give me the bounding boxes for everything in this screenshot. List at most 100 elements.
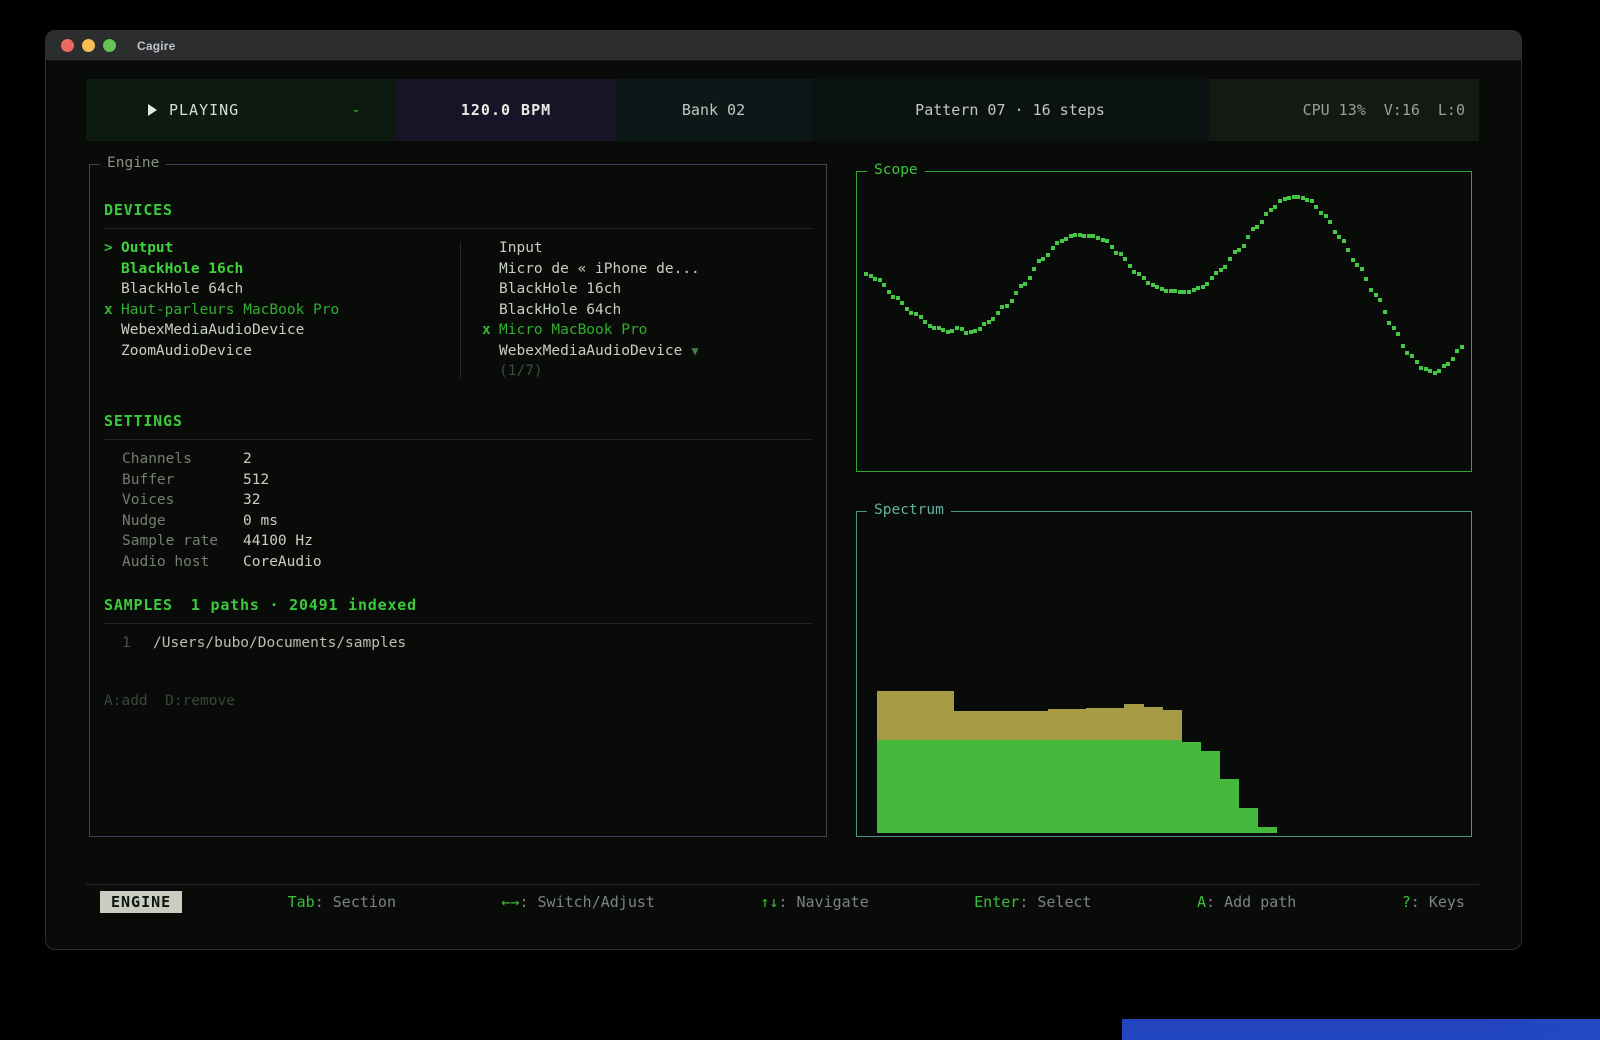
scope-trace-dot bbox=[905, 307, 909, 311]
scope-trace-dot bbox=[1110, 245, 1114, 249]
scope-trace-dot bbox=[973, 329, 977, 333]
spectrum-peak-bar bbox=[1086, 708, 1106, 740]
input-device-row[interactable]: WebexMediaAudioDevice▼ bbox=[482, 341, 812, 362]
device-label: BlackHole 16ch bbox=[121, 259, 243, 280]
output-device-row[interactable]: ZoomAudioDevice bbox=[104, 341, 460, 362]
sample-path-row[interactable]: 1/Users/bubo/Documents/samples bbox=[104, 633, 812, 654]
scope-trace-dot bbox=[1251, 227, 1255, 231]
marker-spacer bbox=[104, 259, 121, 280]
input-device-row[interactable]: BlackHole 16ch bbox=[482, 279, 812, 300]
cpu-stat: CPU 13% bbox=[1303, 101, 1366, 119]
output-device-row[interactable]: xHaut-parleurs MacBook Pro bbox=[104, 300, 460, 321]
scope-trace-dot bbox=[1137, 272, 1141, 276]
scope-trace-dot bbox=[937, 326, 941, 330]
spectrum-bars bbox=[860, 515, 1468, 833]
scope-trace-dot bbox=[969, 330, 973, 334]
scope-trace-dot bbox=[919, 315, 923, 319]
scope-trace-dot bbox=[1060, 239, 1064, 243]
input-device-row[interactable]: BlackHole 64ch bbox=[482, 300, 812, 321]
scope-trace-dot bbox=[1401, 344, 1405, 348]
scope-trace-dot bbox=[1428, 369, 1432, 373]
setting-label: Audio host bbox=[122, 552, 243, 573]
scope-trace-dot bbox=[1442, 364, 1446, 368]
scope-trace-dot bbox=[1237, 248, 1241, 252]
setting-label: Buffer bbox=[122, 470, 243, 491]
minimize-button[interactable] bbox=[82, 39, 95, 52]
scope-trace-dot bbox=[1342, 239, 1346, 243]
scope-trace-dot bbox=[887, 290, 891, 294]
output-device-row[interactable]: WebexMediaAudioDevice bbox=[104, 320, 460, 341]
scope-trace-dot bbox=[1091, 234, 1095, 238]
scope-trace-dot bbox=[1374, 293, 1378, 297]
samples-key-hints: A:add D:remove bbox=[104, 693, 812, 709]
scope-trace-dot bbox=[1292, 195, 1296, 199]
engine-panel: Engine DEVICES >OutputBlackHole 16chBlac… bbox=[89, 164, 827, 837]
setting-row[interactable]: Nudge0 ms bbox=[104, 511, 812, 532]
device-label: Micro MacBook Pro bbox=[499, 320, 647, 341]
scope-trace-dot bbox=[1314, 205, 1318, 209]
shortcut-desc: : Section bbox=[315, 893, 396, 911]
output-device-row[interactable]: >Output bbox=[104, 238, 460, 259]
setting-label: Nudge bbox=[122, 511, 243, 532]
shortcut-desc: : Switch/Adjust bbox=[519, 893, 654, 911]
scope-trace-dot bbox=[1351, 258, 1355, 262]
spectrum-level-bar bbox=[1201, 751, 1221, 833]
setting-row[interactable]: Sample rate44100 Hz bbox=[104, 531, 812, 552]
marker-spacer bbox=[482, 238, 499, 259]
input-device-row[interactable]: Input bbox=[482, 238, 812, 259]
output-device-row[interactable]: BlackHole 16ch bbox=[104, 259, 460, 280]
scope-trace-dot bbox=[1173, 289, 1177, 293]
setting-row[interactable]: Buffer512 bbox=[104, 470, 812, 491]
input-device-row[interactable]: Micro de « iPhone de... bbox=[482, 259, 812, 280]
shortcut-desc: : Navigate bbox=[778, 893, 868, 911]
marker-spacer bbox=[482, 259, 499, 280]
latency-stat: L:0 bbox=[1438, 101, 1465, 119]
setting-value: 2 bbox=[243, 449, 252, 470]
scope-trace-dot bbox=[1233, 250, 1237, 254]
scope-trace-dot bbox=[1205, 282, 1209, 286]
scope-trace-dot bbox=[1360, 267, 1364, 271]
app-window: Cagire PLAYING - 120.0 BPM Bank 02 Patte… bbox=[45, 30, 1522, 950]
scope-trace-dot bbox=[1114, 251, 1118, 255]
scope-trace-dot bbox=[1010, 299, 1014, 303]
scope-trace-dot bbox=[1210, 276, 1214, 280]
scope-trace-dot bbox=[1301, 196, 1305, 200]
scope-trace-dot bbox=[1255, 225, 1259, 229]
shortcut-hint: Enter: Select bbox=[974, 893, 1091, 911]
setting-value: 0 ms bbox=[243, 511, 278, 532]
setting-row[interactable]: Channels2 bbox=[104, 449, 812, 470]
device-label: BlackHole 64ch bbox=[499, 300, 621, 321]
settings-heading-label: SETTINGS bbox=[104, 412, 183, 430]
setting-row[interactable]: Audio hostCoreAudio bbox=[104, 552, 812, 573]
close-button[interactable] bbox=[61, 39, 74, 52]
device-label: BlackHole 64ch bbox=[121, 279, 243, 300]
scope-trace-dot bbox=[1051, 246, 1055, 250]
marker-spacer bbox=[104, 279, 121, 300]
scope-trace-dot bbox=[1328, 220, 1332, 224]
scope-trace-dot bbox=[1046, 253, 1050, 257]
marker-spacer bbox=[482, 300, 499, 321]
spectrum-level-bar bbox=[934, 740, 954, 833]
scope-trace-dot bbox=[1305, 198, 1309, 202]
shortcut-key: ←→ bbox=[501, 893, 519, 911]
scope-trace-dot bbox=[1182, 290, 1186, 294]
window-titlebar[interactable]: Cagire bbox=[46, 31, 1521, 61]
voices-stat: V:16 bbox=[1384, 101, 1420, 119]
mode-badge[interactable]: ENGINE bbox=[100, 891, 182, 913]
scope-trace-dot bbox=[1101, 238, 1105, 242]
bank-display: Bank 02 bbox=[616, 79, 811, 141]
output-device-row[interactable]: BlackHole 64ch bbox=[104, 279, 460, 300]
input-device-row[interactable]: xMicro MacBook Pro bbox=[482, 320, 812, 341]
input-device-row[interactable]: (1/7) bbox=[482, 361, 812, 382]
setting-row[interactable]: Voices32 bbox=[104, 490, 812, 511]
scope-trace-dot bbox=[1169, 289, 1173, 293]
transport-status: PLAYING bbox=[86, 79, 316, 141]
spectrum-peak-bar bbox=[934, 691, 954, 740]
scope-trace-dot bbox=[1192, 288, 1196, 292]
marker-spacer bbox=[482, 341, 499, 362]
zoom-button[interactable] bbox=[103, 39, 116, 52]
scope-trace-dot bbox=[1269, 208, 1273, 212]
scope-trace-dot bbox=[1142, 276, 1146, 280]
scope-trace-dot bbox=[882, 283, 886, 287]
window-title: Cagire bbox=[137, 39, 176, 53]
